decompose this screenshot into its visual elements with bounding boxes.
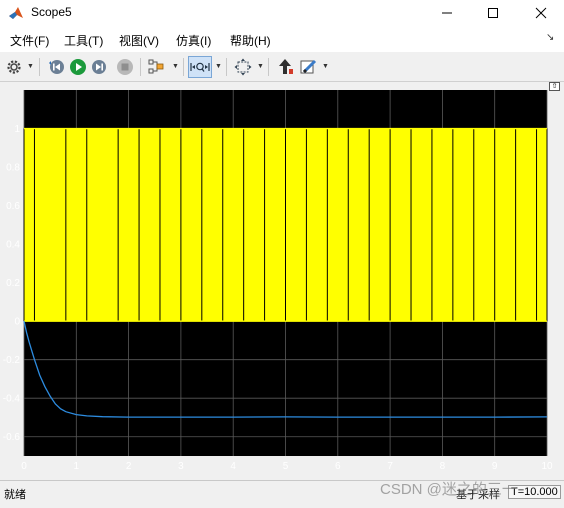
signal-1	[23, 127, 548, 322]
x-tick-label: 4	[230, 461, 236, 472]
x-tick-label: 2	[126, 461, 132, 472]
y-tick-label: 0	[14, 317, 20, 328]
x-tick-label: 6	[335, 461, 341, 472]
x-tick-label: 1	[74, 461, 80, 472]
y-tick-label: 0.4	[6, 240, 20, 251]
y-tick-label: 0.2	[6, 278, 20, 289]
y-tick-label: 1	[14, 124, 20, 135]
watermark: CSDN @迷之的三一	[380, 481, 517, 498]
y-tick-label: -0.6	[3, 432, 21, 443]
status-text: 就绪	[4, 489, 26, 501]
x-tick-label: 9	[492, 461, 498, 472]
scope-plot[interactable]: 1 0.8 0.6 0.4 0.2 0 -0.2 -0.4 -0.6 0 1 2 3 4 5 6 7 8 9 10	[0, 0, 564, 480]
y-tick-label: 0.6	[6, 201, 20, 212]
x-tick-label: 7	[387, 461, 393, 472]
y-tick-label: -0.2	[3, 355, 21, 366]
x-tick-label: 8	[440, 461, 446, 472]
y-tick-labels: 1 0.8 0.6 0.4 0.2 0 -0.2 -0.4 -0.6	[3, 124, 21, 443]
x-tick-labels: 0 1 2 3 4 5 6 7 8 9 10	[21, 461, 553, 472]
y-tick-label: -0.4	[3, 394, 21, 405]
x-tick-label: 5	[283, 461, 289, 472]
x-tick-label: 10	[541, 461, 553, 472]
x-tick-label: 0	[21, 461, 27, 472]
x-tick-label: 3	[178, 461, 184, 472]
y-tick-label: 0.8	[6, 163, 20, 174]
